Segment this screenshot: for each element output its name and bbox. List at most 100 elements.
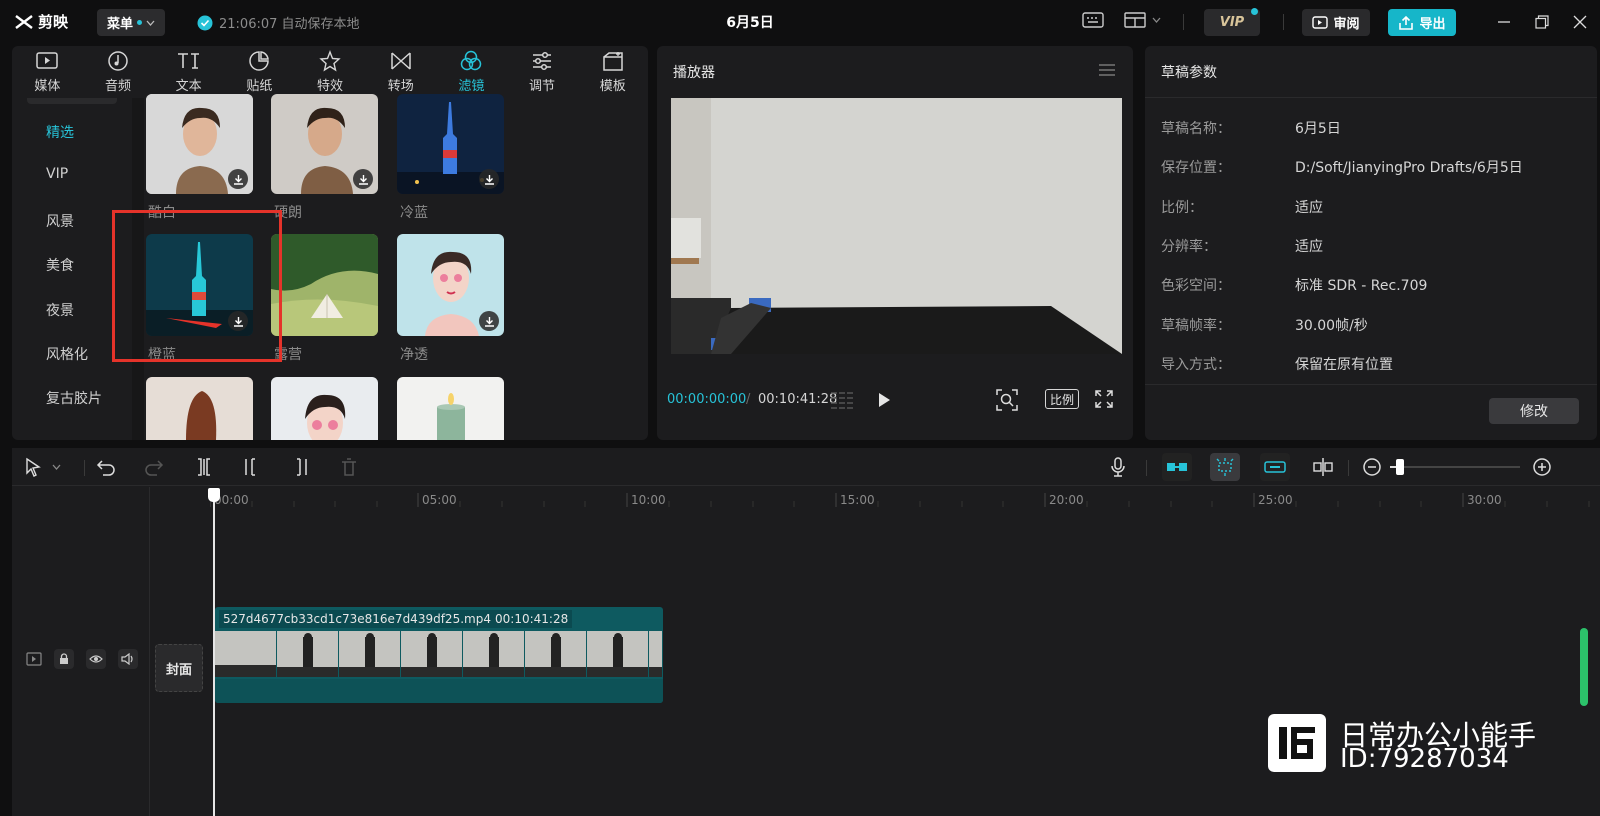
mute-track-button[interactable]: [118, 649, 138, 669]
tab-label: 转场: [387, 79, 414, 94]
watermark-logo: [1268, 714, 1326, 772]
modify-button[interactable]: 修改: [1489, 398, 1579, 424]
divider: [1145, 384, 1597, 385]
layout-button[interactable]: [1124, 11, 1161, 29]
trash-icon: [342, 458, 356, 476]
category-night[interactable]: 夜景: [46, 300, 74, 320]
menu-notification-dot: [137, 20, 142, 25]
tab-media[interactable]: 媒体: [12, 46, 83, 98]
autosave-status: 21:06:07 自动保存本地: [197, 13, 360, 32]
download-button[interactable]: [479, 311, 499, 331]
close-button[interactable]: [1570, 12, 1590, 32]
video-clip[interactable]: 527d4677cb33cd1c73e816e7d439df25.mp4 00:…: [215, 607, 663, 703]
filter-thumb-cold-blue[interactable]: [397, 94, 504, 194]
download-button[interactable]: [479, 169, 499, 189]
cover-button[interactable]: 封面: [155, 644, 203, 692]
hide-track-button[interactable]: [86, 649, 106, 669]
divider: [1348, 460, 1349, 476]
tab-adjust[interactable]: 调节: [507, 46, 578, 98]
watermark-logo-icon: [1279, 727, 1315, 759]
download-button[interactable]: [228, 169, 248, 189]
adjust-icon: [533, 51, 552, 71]
select-tool-button[interactable]: [24, 457, 61, 477]
preview-axis-toggle[interactable]: [1312, 457, 1334, 477]
annotation-highlight-box: [112, 210, 282, 362]
category-food[interactable]: 美食: [46, 255, 74, 275]
video-track-icon[interactable]: [26, 652, 42, 666]
menu-button[interactable]: 菜单: [97, 9, 165, 36]
filter-thumb-cool-white[interactable]: [146, 94, 253, 194]
tab-template[interactable]: 模板: [577, 46, 648, 98]
vip-label: VIP: [1219, 15, 1245, 30]
microphone-icon: [1111, 457, 1125, 477]
zoom-in-button[interactable]: [1532, 457, 1552, 477]
category-scenery[interactable]: 风景: [46, 211, 74, 231]
vip-button[interactable]: VIP: [1204, 8, 1260, 36]
vip-notification-dot: [1251, 8, 1258, 15]
tab-filter[interactable]: 滤镜: [436, 46, 507, 98]
filter-thumb[interactable]: [397, 377, 504, 440]
auto-snap-toggle[interactable]: [1210, 453, 1240, 481]
total-timecode: 00:10:41:28: [758, 392, 838, 407]
category-retro-film[interactable]: 复古胶片: [46, 388, 102, 408]
maximize-button[interactable]: [1532, 12, 1552, 32]
filter-label: 净透: [400, 347, 428, 363]
clip-duration: 00:10:41:28: [491, 610, 573, 628]
redo-button[interactable]: [144, 457, 164, 477]
play-icon: [879, 393, 890, 407]
clip-frame: [525, 631, 587, 677]
media-icon: [36, 52, 59, 69]
param-value-color-space: 标准 SDR - Rec.709: [1295, 278, 1428, 294]
player-menu-button[interactable]: [1099, 64, 1115, 76]
param-value-import-mode: 保留在原有位置: [1295, 357, 1393, 373]
export-button[interactable]: 导出: [1388, 9, 1456, 36]
zoom-slider-handle[interactable]: [1396, 459, 1404, 475]
fullscreen-icon: [1095, 390, 1113, 408]
category-vip[interactable]: VIP: [46, 166, 68, 182]
app-logo: 剪映: [14, 11, 68, 32]
category-stylized[interactable]: 风格化: [46, 344, 88, 364]
tab-text[interactable]: 文本: [153, 46, 224, 98]
ruler-ticks: [210, 493, 1590, 507]
tab-sticker[interactable]: 贴纸: [224, 46, 295, 98]
review-label: 审阅: [1333, 17, 1360, 32]
keyboard-shortcuts-button[interactable]: [1082, 11, 1104, 29]
tab-transition[interactable]: 转场: [365, 46, 436, 98]
filter-thumb-camping[interactable]: [271, 234, 378, 336]
filter-thumb[interactable]: [271, 377, 378, 440]
redo-icon: [145, 460, 164, 476]
filter-icon: [461, 50, 482, 71]
split-button[interactable]: [194, 457, 214, 477]
trim-left-button[interactable]: [242, 457, 262, 477]
focus-button[interactable]: [995, 388, 1019, 412]
zoom-slider[interactable]: [1390, 466, 1520, 468]
tab-audio[interactable]: 音频: [83, 46, 154, 98]
video-preview[interactable]: [671, 98, 1122, 354]
lock-track-button[interactable]: [54, 649, 74, 669]
category-featured[interactable]: 精选: [46, 122, 74, 142]
trim-right-button[interactable]: [290, 457, 310, 477]
vertical-scrollbar[interactable]: [1580, 628, 1588, 706]
tab-effects[interactable]: 特效: [295, 46, 366, 98]
video-frame-image: [671, 98, 1122, 354]
zoom-out-button[interactable]: [1362, 457, 1382, 477]
record-audio-button[interactable]: [1110, 457, 1126, 477]
filter-thumb[interactable]: [146, 377, 253, 440]
filter-label: 冷蓝: [400, 205, 428, 221]
trim-right-icon: [297, 458, 307, 476]
aspect-ratio-button[interactable]: 比例: [1045, 389, 1079, 409]
download-button[interactable]: [353, 169, 373, 189]
review-button[interactable]: 审阅: [1302, 9, 1370, 36]
delete-button[interactable]: [340, 457, 358, 477]
play-button[interactable]: [876, 391, 892, 409]
undo-button[interactable]: [96, 457, 116, 477]
clip-frame: [587, 631, 649, 677]
playhead-handle[interactable]: [208, 488, 220, 502]
minimize-button[interactable]: [1494, 12, 1514, 32]
filter-thumb-clear[interactable]: [397, 234, 504, 336]
main-track-magnet-toggle[interactable]: [1162, 453, 1192, 481]
waveform-toggle[interactable]: [829, 390, 857, 410]
fullscreen-button[interactable]: [1094, 389, 1114, 409]
linkage-toggle[interactable]: [1260, 453, 1290, 481]
filter-thumb-firm[interactable]: [271, 94, 378, 194]
